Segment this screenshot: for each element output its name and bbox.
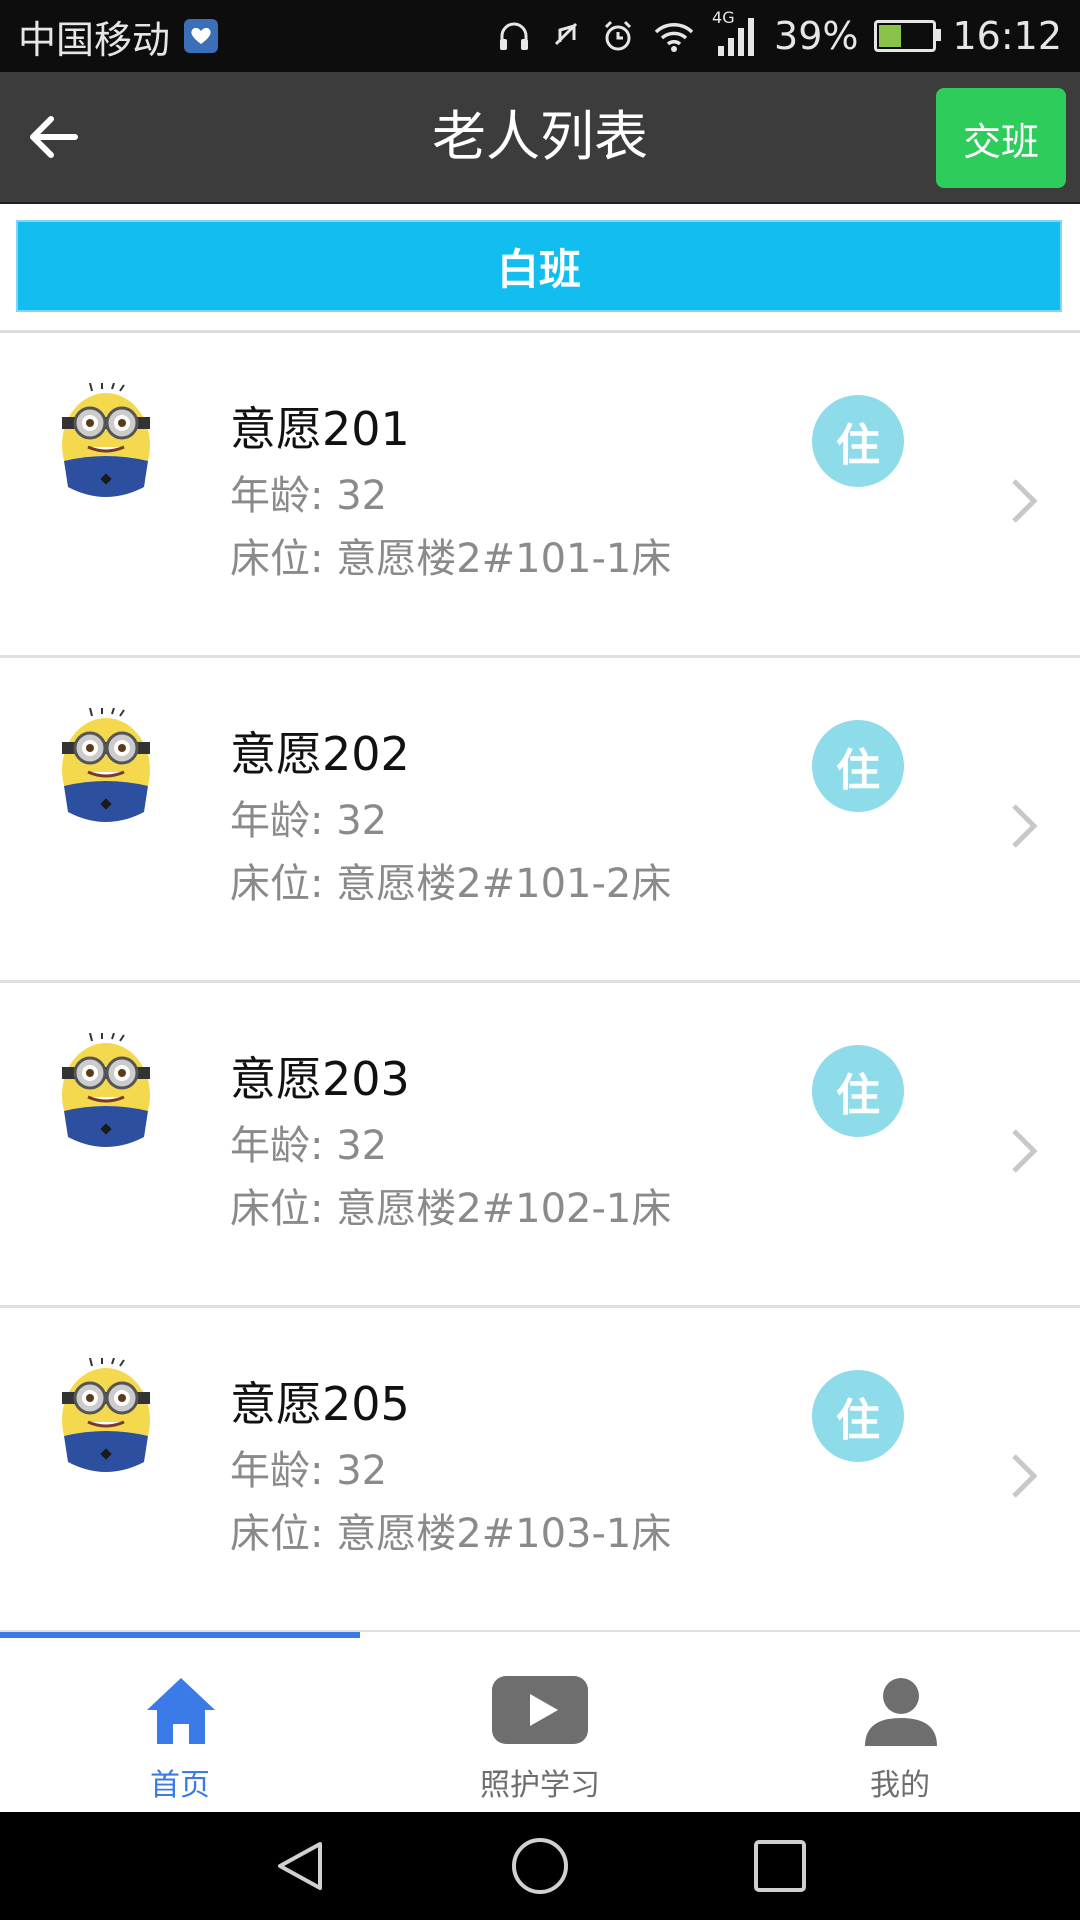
resident-bed: 床位: 意愿楼2#101-1床 (230, 536, 672, 582)
app-header: 老人列表 交班 (0, 72, 1080, 204)
status-badge: 住 (812, 1370, 904, 1462)
battery-icon (874, 20, 942, 52)
shift-selector[interactable]: 白班 (16, 220, 1062, 312)
nav-home-icon[interactable] (510, 1836, 570, 1896)
system-nav-bar (0, 1812, 1080, 1920)
signal-icon: 4G (712, 8, 758, 58)
resident-name: 意愿202 (230, 727, 410, 781)
tab-label: 照护学习 (480, 1768, 600, 1803)
wifi-icon (654, 23, 694, 52)
resident-name: 意愿201 (230, 402, 410, 456)
resident-row[interactable]: 意愿202 年龄: 32 床位: 意愿楼2#101-2床 住 (0, 658, 1080, 983)
resident-bed: 床位: 意愿楼2#101-2床 (230, 861, 672, 907)
page-title: 老人列表 (432, 105, 648, 168)
carrier-name: 中国移动 (18, 17, 171, 62)
resident-row[interactable]: 意愿205 年龄: 32 床位: 意愿楼2#103-1床 住 (0, 1308, 1080, 1633)
person-icon (865, 1678, 937, 1746)
resident-age: 年龄: 32 (230, 798, 388, 844)
alarm-icon (604, 20, 632, 51)
home-icon (147, 1678, 215, 1744)
chevron-right-icon (1012, 479, 1038, 523)
resident-age: 年龄: 32 (230, 1123, 388, 1169)
back-arrow-icon (30, 116, 78, 158)
status-icons: 4G 39% 16:12 (496, 8, 1062, 58)
tab-profile[interactable]: 我的 (720, 1632, 1080, 1812)
nav-recents-icon[interactable] (750, 1836, 810, 1896)
chevron-right-icon (1012, 804, 1038, 848)
status-bar: 中国移动 4G 39% 16:12 (0, 0, 1080, 72)
resident-name: 意愿203 (230, 1052, 410, 1106)
minion-avatar-icon (62, 708, 150, 822)
clock: 16:12 (952, 14, 1062, 58)
resident-list: 意愿201 年龄: 32 床位: 意愿楼2#101-1床 住 意愿202 年龄:… (0, 333, 1080, 1633)
nav-back-icon[interactable] (270, 1836, 330, 1896)
resident-bed: 床位: 意愿楼2#103-1床 (230, 1511, 672, 1557)
chevron-right-icon (1012, 1129, 1038, 1173)
tab-care-learning[interactable]: 照护学习 (360, 1632, 720, 1812)
minion-avatar-icon (62, 1033, 150, 1147)
resident-bed: 床位: 意愿楼2#102-1床 (230, 1186, 672, 1232)
tab-home[interactable]: 首页 (0, 1632, 360, 1812)
tab-label: 我的 (870, 1768, 930, 1803)
health-app-icon (184, 19, 219, 53)
resident-row[interactable]: 意愿203 年龄: 32 床位: 意愿楼2#102-1床 住 (0, 983, 1080, 1308)
headphones-icon (500, 22, 529, 50)
bottom-tab-bar: 首页 照护学习 我的 (0, 1632, 1080, 1812)
minion-avatar-icon (62, 1358, 150, 1472)
battery-percent: 39% (774, 14, 859, 58)
resident-age: 年龄: 32 (230, 473, 388, 519)
resident-age: 年龄: 32 (230, 1448, 388, 1494)
handover-button[interactable]: 交班 (936, 88, 1066, 188)
mute-icon (554, 22, 578, 46)
resident-name: 意愿205 (230, 1377, 410, 1431)
play-video-icon (492, 1676, 588, 1744)
resident-row[interactable]: 意愿201 年龄: 32 床位: 意愿楼2#101-1床 住 (0, 333, 1080, 658)
status-badge: 住 (812, 1045, 904, 1137)
back-button[interactable] (18, 102, 88, 172)
tab-label: 首页 (150, 1768, 210, 1803)
minion-avatar-icon (62, 383, 150, 497)
chevron-right-icon (1012, 1454, 1038, 1498)
status-badge: 住 (812, 395, 904, 487)
status-badge: 住 (812, 720, 904, 812)
